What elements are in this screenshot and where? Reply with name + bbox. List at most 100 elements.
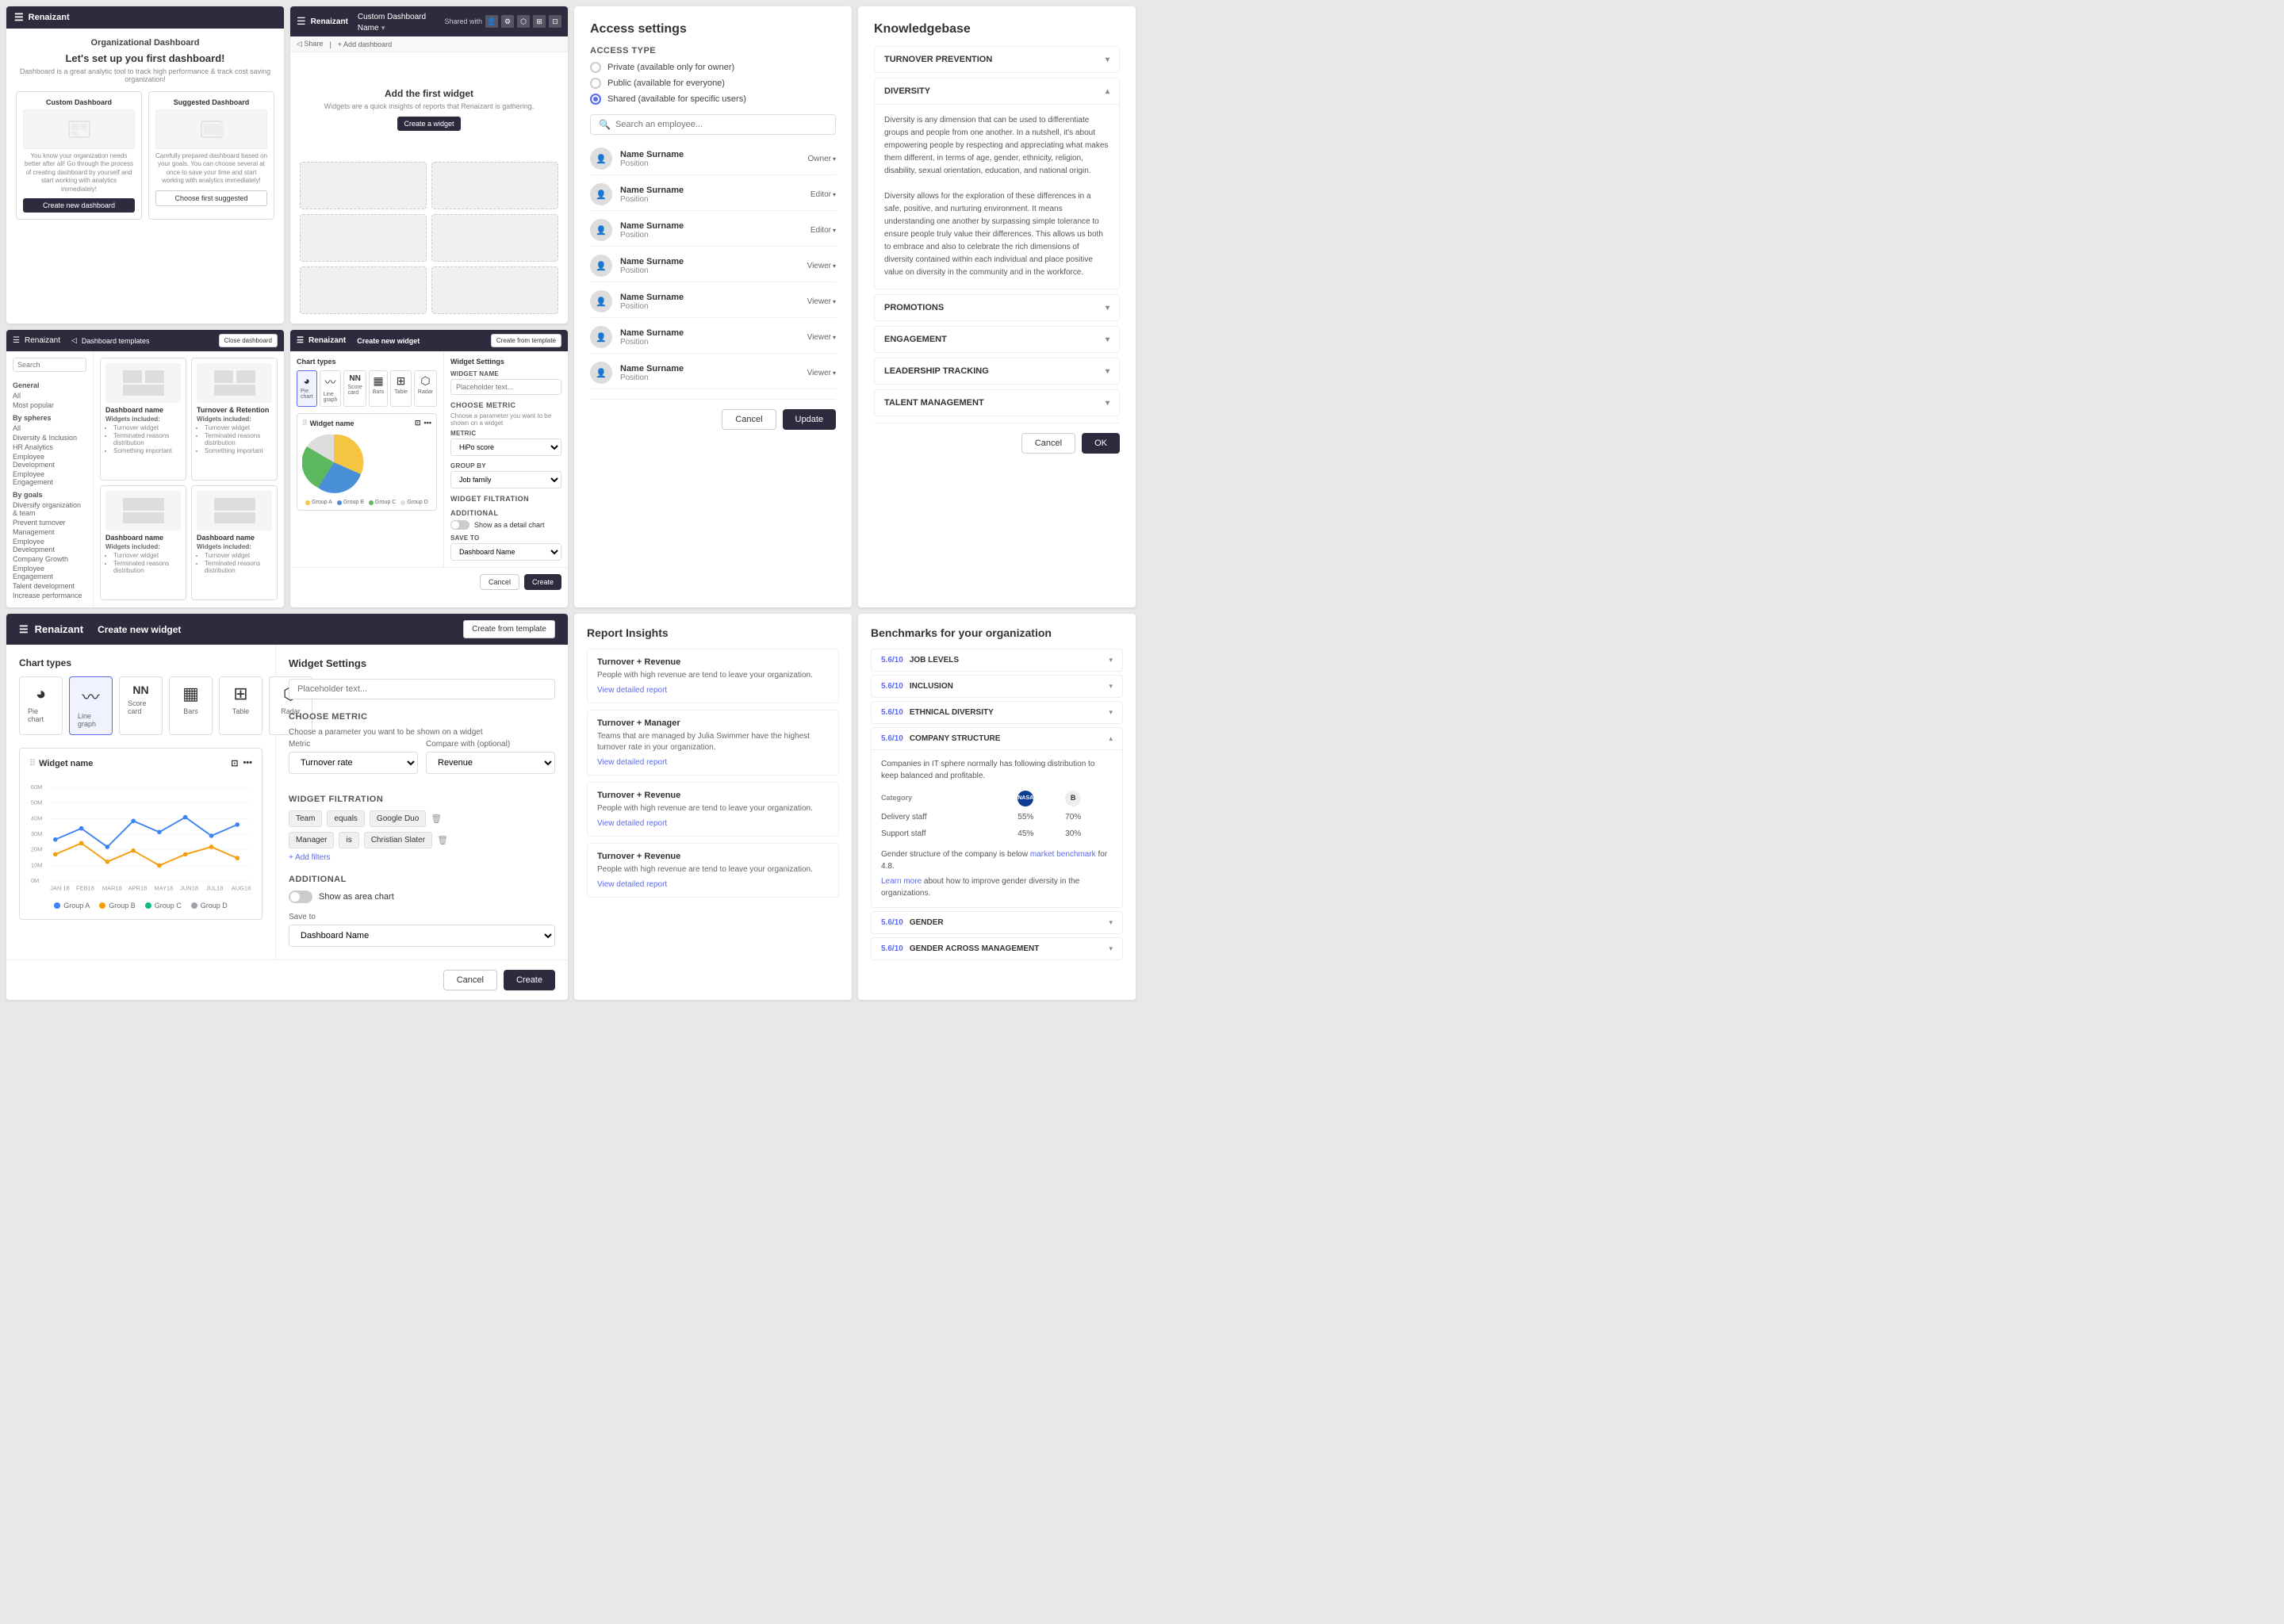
sidebar-item-prevent[interactable]: Prevent turnover: [13, 519, 86, 527]
large-chart-bars[interactable]: ▦ Bars: [169, 676, 213, 735]
sidebar-item-hr[interactable]: HR Analytics: [13, 443, 86, 451]
show-area-toggle-large[interactable]: [289, 891, 312, 903]
radio-public[interactable]: Public (available for everyone): [590, 78, 836, 89]
save-to-select[interactable]: Dashboard Name: [450, 543, 561, 561]
expand-icon[interactable]: ⊡: [549, 15, 561, 28]
create-widget-cancel-button[interactable]: Cancel: [480, 574, 519, 590]
kb-cancel-button[interactable]: Cancel: [1021, 433, 1075, 454]
save-to-select-large[interactable]: Dashboard Name: [289, 925, 555, 947]
radio-private[interactable]: Private (available only for owner): [590, 62, 836, 73]
access-cancel-button[interactable]: Cancel: [722, 409, 776, 430]
metric-select[interactable]: HiPo score: [450, 439, 561, 456]
templates-search[interactable]: [13, 358, 86, 372]
sidebar-item-all-spheres[interactable]: All: [13, 424, 86, 432]
chart-type-radar[interactable]: ⬡ Radar: [414, 370, 437, 407]
sidebar-item-increase[interactable]: Increase performance: [13, 592, 86, 599]
kb-item-2-header[interactable]: PROMOTIONS ▾: [875, 295, 1119, 320]
template-card-0[interactable]: Dashboard name Widgets included: Turnove…: [100, 358, 186, 481]
radio-shared[interactable]: Shared (available for specific users): [590, 94, 836, 105]
sidebar-item-emp-dev[interactable]: Employee Development: [13, 453, 86, 469]
custom-dashboard-card[interactable]: Custom Dashboard You know your organizat…: [16, 91, 142, 220]
kb-item-3-header[interactable]: ENGAGEMENT ▾: [875, 327, 1119, 352]
bench-market-link[interactable]: market benchmark: [1030, 850, 1096, 859]
kb-item-5-header[interactable]: TALENT MANAGEMENT ▾: [875, 390, 1119, 416]
large-chart-pie[interactable]: ◕ Pie chart: [19, 676, 63, 735]
sidebar-item-talent[interactable]: Talent development: [13, 582, 86, 590]
chart-type-table[interactable]: ⊞ Table: [390, 370, 412, 407]
sidebar-item-management[interactable]: Management: [13, 528, 86, 536]
widget-name-input[interactable]: [450, 379, 561, 395]
sidebar-item-emp-eng[interactable]: Employee Engagement: [13, 470, 86, 486]
report-link-2[interactable]: View detailed report: [597, 819, 829, 828]
show-area-toggle[interactable]: [450, 520, 469, 530]
user-role-1[interactable]: Editor ▾: [811, 190, 836, 199]
close-dashboard-button[interactable]: Close dashboard: [219, 334, 278, 347]
report-link-1[interactable]: View detailed report: [597, 758, 829, 767]
choose-suggested-button[interactable]: Choose first suggested: [155, 190, 267, 206]
template-card-1[interactable]: Turnover & Retention Widgets included: T…: [191, 358, 278, 481]
employee-search-bar[interactable]: 🔍: [590, 114, 836, 135]
bench-item-1-header[interactable]: 5.6/10 INCLUSION ▾: [872, 676, 1122, 697]
compare-select[interactable]: Revenue: [426, 752, 555, 774]
create-new-dashboard-button[interactable]: Create new dashboard: [23, 198, 135, 213]
expand-widget-icon[interactable]: ⊡: [415, 419, 421, 427]
filter-delete-1[interactable]: 🗑: [437, 835, 448, 845]
suggested-dashboard-card[interactable]: Suggested Dashboard Carefully prepared d…: [148, 91, 274, 220]
kb-ok-button[interactable]: OK: [1082, 433, 1120, 454]
template-card-2[interactable]: Dashboard name Widgets included: Turnove…: [100, 485, 186, 600]
kb-item-1-header[interactable]: DIVERSITY ▴: [875, 79, 1119, 104]
large-chart-line[interactable]: 〰 Line graph: [69, 676, 113, 735]
bench-item-3-header[interactable]: 5.6/10 COMPANY STRUCTURE ▴: [872, 728, 1122, 749]
chart-type-line[interactable]: 〰 Line graph: [320, 370, 342, 407]
chart-type-pie[interactable]: ◕ Pie chart: [297, 370, 317, 407]
sidebar-item-emp-dev-2[interactable]: Employee Development: [13, 538, 86, 553]
bench-item-2-header[interactable]: 5.6/10 ETHNICAL DIVERSITY ▾: [872, 702, 1122, 723]
expand-widget-icon-large[interactable]: ⊡: [231, 758, 238, 768]
chart-type-bars[interactable]: ▦ Bars: [369, 370, 388, 407]
back-arrow[interactable]: ◁: [71, 336, 77, 345]
share-icon[interactable]: ⬡: [517, 15, 530, 28]
more-icon-large[interactable]: •••: [243, 758, 252, 768]
add-filter-button[interactable]: + Add filters: [289, 853, 555, 862]
group-by-select[interactable]: Job family: [450, 471, 561, 488]
user-icon-1[interactable]: 👤: [485, 15, 498, 28]
access-update-button[interactable]: Update: [783, 409, 836, 430]
hamburger-icon-4[interactable]: ☰: [297, 336, 304, 345]
sidebar-item-popular[interactable]: Most popular: [13, 401, 86, 409]
filter-delete-0[interactable]: 🗑: [431, 814, 442, 824]
create-from-template-button-small[interactable]: Create from template: [491, 334, 561, 347]
hamburger-icon[interactable]: ☰: [14, 11, 24, 24]
hamburger-icon-2[interactable]: ☰: [297, 15, 306, 28]
user-role-5[interactable]: Viewer ▾: [807, 333, 836, 342]
bench-learn-more-link[interactable]: Learn more: [881, 877, 922, 886]
sidebar-item-emp-eng-2[interactable]: Employee Engagement: [13, 565, 86, 580]
create-widget-large-create-button[interactable]: Create: [504, 970, 555, 990]
hamburger-icon-5[interactable]: ☰: [19, 623, 29, 636]
user-role-0[interactable]: Owner ▾: [808, 155, 836, 163]
user-role-3[interactable]: Viewer ▾: [807, 262, 836, 270]
bench-item-5-header[interactable]: 5.6/10 GENDER ACROSS MANAGEMENT ▾: [872, 938, 1122, 959]
bench-item-0-header[interactable]: 5.6/10 JOB LEVELS ▾: [872, 649, 1122, 671]
breadcrumb-add[interactable]: + Add dashboard: [338, 40, 392, 48]
template-card-3[interactable]: Dashboard name Widgets included: Turnove…: [191, 485, 278, 600]
metric-select-large[interactable]: Turnover rate: [289, 752, 418, 774]
sidebar-item-company[interactable]: Company Growth: [13, 555, 86, 563]
kb-item-4-header[interactable]: LEADERSHIP TRACKING ▾: [875, 358, 1119, 384]
create-widget-create-button[interactable]: Create: [524, 574, 561, 590]
large-chart-table[interactable]: ⊞ Table: [219, 676, 263, 735]
bench-item-4-header[interactable]: 5.6/10 GENDER ▾: [872, 912, 1122, 933]
settings-icon[interactable]: ⚙: [501, 15, 514, 28]
create-widget-button-small[interactable]: Create a widget: [397, 117, 460, 131]
create-from-template-button-large[interactable]: Create from template: [463, 620, 555, 638]
chart-type-score[interactable]: NN Score card: [343, 370, 366, 407]
user-role-2[interactable]: Editor ▾: [811, 226, 836, 235]
kb-item-0-header[interactable]: TURNOVER PREVENTION ▾: [875, 47, 1119, 72]
widget-name-input-large[interactable]: [289, 679, 555, 699]
large-chart-score[interactable]: NN Score card: [119, 676, 163, 735]
user-role-4[interactable]: Viewer ▾: [807, 297, 836, 306]
sidebar-item-all[interactable]: All: [13, 392, 86, 400]
hamburger-icon-3[interactable]: ☰: [13, 336, 20, 345]
user-role-6[interactable]: Viewer ▾: [807, 369, 836, 377]
create-widget-large-cancel-button[interactable]: Cancel: [443, 970, 497, 990]
sidebar-item-diversity[interactable]: Diversity & Inclusion: [13, 434, 86, 442]
